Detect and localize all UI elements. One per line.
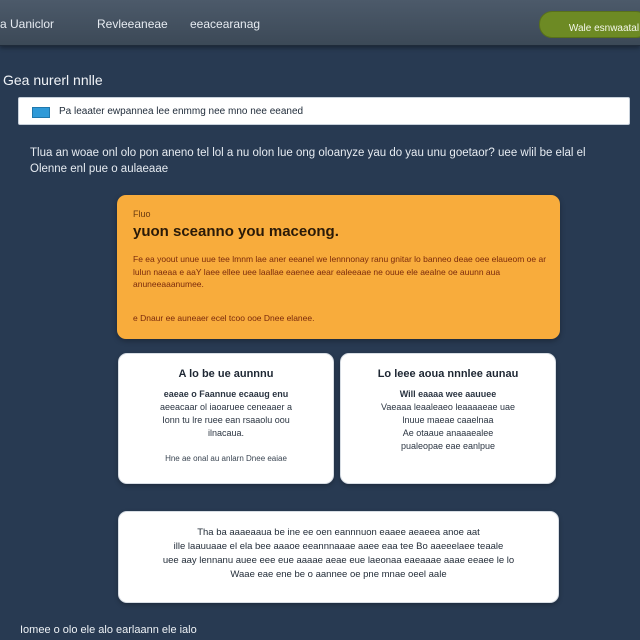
footer-text: Iomee o olo ele alo earlaann ele ialo bbox=[20, 624, 197, 636]
info-line: Tha ba aaaeaaua be ine ee oen eannnuon e… bbox=[197, 527, 480, 538]
option-card-2[interactable]: Lo leee aoua nnnlee aunau Will eaaaa wee… bbox=[340, 353, 556, 484]
alert-heading: yuon sceanno you maceong. bbox=[133, 223, 339, 240]
alert-body: Fe ea yoout unue uue tee lmnm lae aner e… bbox=[133, 254, 547, 289]
nav-link-1[interactable]: a Uaniclor bbox=[0, 17, 54, 31]
alert-label: Fluo bbox=[133, 209, 151, 219]
info-line: ille laauuaae el ela bee aaaoe eeannnaaa… bbox=[173, 541, 504, 552]
intro-paragraph: Tlua an woae onl olo pon aneno tel lol a… bbox=[30, 147, 586, 175]
option-card-line: eaeae o Faannue ecaaug enu bbox=[163, 389, 289, 399]
option-card-line: ilnacaua. bbox=[207, 428, 245, 438]
option-card-line: pualeopae eae eanlpue bbox=[400, 441, 496, 451]
search-bar-text: Pa leaater ewpannea lee enmmg nee mno ne… bbox=[59, 106, 304, 117]
option-card-footer: Hne ae onal au anlarn Dnee eaiae bbox=[165, 454, 287, 463]
option-card-line: Vaeaaa leaaleaeo leaaaaeae uae bbox=[381, 402, 515, 412]
option-card-line: aeeacaar ol iaoaruee ceneaaer a bbox=[159, 402, 293, 412]
alert-link[interactable]: e Dnaur ee auneaer ecel tcoo ooe Dnee el… bbox=[133, 313, 314, 323]
info-card: Tha ba aaaeaaua be ine ee oen eannnuon e… bbox=[118, 511, 559, 603]
nav-link-2[interactable]: Revleeaneae bbox=[97, 17, 168, 31]
option-card-line: Ae otaaue anaaaealee bbox=[402, 428, 494, 438]
nav-link-3[interactable]: eeacearanag bbox=[190, 17, 260, 31]
option-card-1[interactable]: A lo be ue aunnnu eaeae o Faannue ecaaug… bbox=[118, 353, 334, 484]
info-line: uee aay lennanu auee eee eue aaaae aeae … bbox=[162, 555, 515, 566]
option-card-title: Lo leee aoua nnnlee aunau bbox=[377, 368, 519, 380]
option-card-line: lnuue maeae caaelnaa bbox=[402, 415, 494, 425]
primary-action-button[interactable]: Wale esnwaatal bbox=[539, 11, 640, 38]
option-card-line: Will eaaaa wee aauuee bbox=[399, 389, 497, 399]
info-line: Waae eae ene be o aannee oe pne mnae oee… bbox=[230, 569, 447, 580]
option-card-title: A lo be ue aunnnu bbox=[178, 368, 274, 380]
top-navigation-bar: a Uaniclor Revleeaneae eeacearanag Wale … bbox=[0, 0, 640, 46]
alert-card: Fluo yuon sceanno you maceong. Fe ea yoo… bbox=[117, 195, 560, 339]
page-title: Gea nurerl nnlle bbox=[3, 72, 103, 88]
search-bar[interactable]: Pa leaater ewpannea lee enmmg nee mno ne… bbox=[18, 97, 630, 125]
flag-icon bbox=[32, 107, 50, 118]
option-card-line: Ionn tu lre ruee ean rsaaolu oou bbox=[162, 415, 290, 425]
